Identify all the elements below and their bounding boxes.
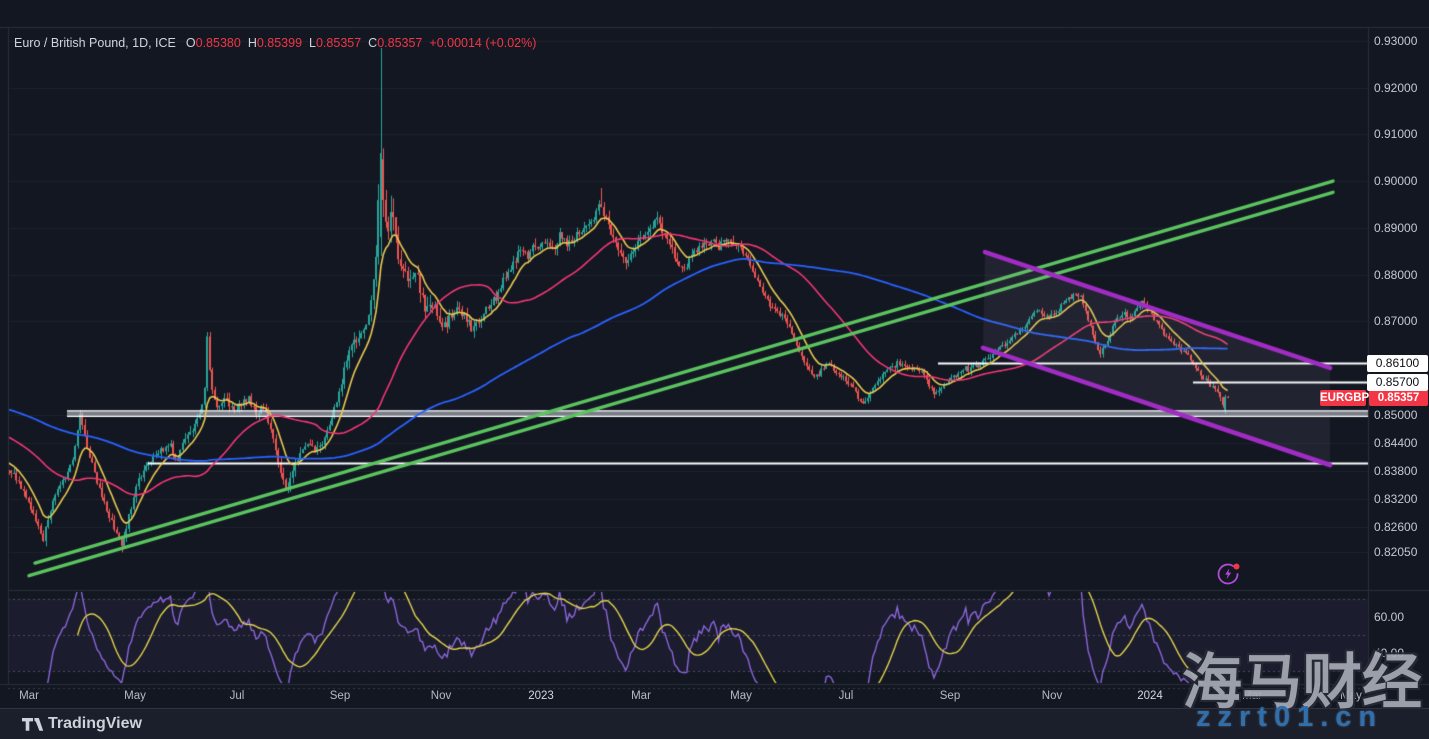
price-tick-label: 0.83800 <box>1374 464 1417 478</box>
price-tick-label: 0.83200 <box>1374 492 1417 506</box>
price-tick-label: 0.85000 <box>1374 408 1417 422</box>
time-tick-label: Jul <box>839 690 854 702</box>
price-tick-label: 0.87000 <box>1374 314 1417 328</box>
notification-dot <box>1234 564 1240 570</box>
time-tick-label: May <box>730 690 752 702</box>
price-tick-label: 0.90000 <box>1374 174 1417 188</box>
price-tick-label: 0.84400 <box>1374 436 1417 450</box>
high-value: 0.85399 <box>257 36 302 50</box>
price-chart-canvas[interactable] <box>0 0 1429 739</box>
price-tick-label: 0.88000 <box>1374 268 1417 282</box>
symbol-title: Euro / British Pound, 1D, ICE <box>14 36 176 50</box>
time-tick-label: Nov <box>1042 690 1062 702</box>
time-tick-label: 2023 <box>528 690 554 702</box>
watermark-url: zzrt01.cn <box>1196 701 1383 734</box>
open-value: 0.85380 <box>196 36 241 50</box>
level-price-label: 0.85700 <box>1367 374 1428 391</box>
rsi-tick-label: 60.00 <box>1374 610 1404 624</box>
time-tick-label: 2024 <box>1137 690 1163 702</box>
time-tick-label: Mar <box>19 690 39 702</box>
price-tick-label: 0.93000 <box>1374 34 1417 48</box>
tradingview-logo[interactable] <box>22 717 44 732</box>
last-price-value-tag: 0.85357 <box>1369 390 1428 406</box>
time-tick-label: Mar <box>631 690 651 702</box>
change-value: +0.00014 (+0.02%) <box>429 36 536 50</box>
time-tick-label: May <box>124 690 146 702</box>
level-price-label: 0.86100 <box>1367 355 1428 372</box>
price-tick-label: 0.82600 <box>1374 520 1417 534</box>
low-label: L <box>309 36 316 50</box>
price-tick-label: 0.92000 <box>1374 81 1417 95</box>
price-tick-label: 0.82050 <box>1374 545 1417 559</box>
price-tick-label: 0.91000 <box>1374 127 1417 141</box>
high-label: H <box>248 36 257 50</box>
close-label: C <box>368 36 377 50</box>
price-tick-label: 0.89000 <box>1374 221 1417 235</box>
time-tick-label: Sep <box>330 690 350 702</box>
time-tick-label: Jul <box>230 690 245 702</box>
open-label: O <box>186 36 196 50</box>
close-value: 0.85357 <box>377 36 422 50</box>
last-price-symbol-tag: EURGBP <box>1320 390 1366 406</box>
chart-legend: Euro / British Pound, 1D, ICEO0.85380H0.… <box>14 36 536 50</box>
time-tick-label: Nov <box>431 690 451 702</box>
tradingview-snapshot: dacolmanfx published on TradingView.com,… <box>0 0 1429 739</box>
low-value: 0.85357 <box>316 36 361 50</box>
footer-brand-text[interactable]: TradingView <box>48 715 142 733</box>
flash-icon[interactable] <box>1216 561 1242 587</box>
time-tick-label: Sep <box>940 690 960 702</box>
